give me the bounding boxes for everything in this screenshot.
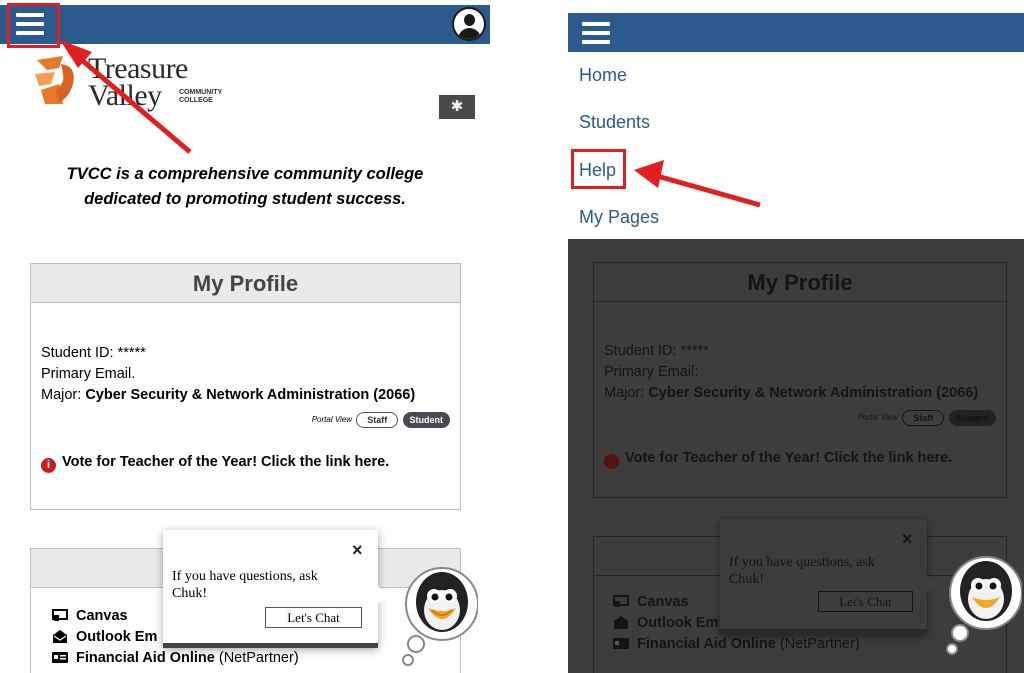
chat-message-dimmed: If you have questions, ask Chuk! <box>729 555 875 587</box>
user-account-icon[interactable] <box>452 7 486 41</box>
primary-email-row: Primary Email. <box>41 366 136 382</box>
settings-gear-button[interactable]: ✱ <box>439 95 475 119</box>
gear-icon: ✱ <box>450 98 464 115</box>
staff-view-button[interactable]: Staff <box>356 411 399 428</box>
left-screenshot: Treasure Valley COMMUNITY COLLEGE ✱ TVCC … <box>0 0 500 673</box>
canvas-icon <box>613 595 629 607</box>
lets-chat-button-dimmed[interactable]: Let's Chat <box>818 591 913 612</box>
page-overlay: My Profile Student ID: ***** Primary Ema… <box>568 239 1024 673</box>
chat-popup-tail-dimmed <box>926 574 938 594</box>
chuk-penguin-mascot-icon-dimmed[interactable] <box>946 549 1022 657</box>
right-screenshot: Home Students Help My Pages My Profile S… <box>568 0 1024 673</box>
tvcc-logo[interactable]: Treasure Valley COMMUNITY COLLEGE <box>33 52 253 112</box>
portal-view-toggle-dimmed: Portal View Staff Student <box>604 407 996 428</box>
financial-aid-link[interactable]: Financial Aid Online (NetPartner) <box>52 648 299 669</box>
canvas-icon <box>52 609 68 621</box>
envelope-icon <box>53 630 67 643</box>
chat-close-button[interactable]: × <box>352 540 363 561</box>
portal-view-toggle: Portal View Staff Student <box>41 409 450 430</box>
id-card-icon <box>52 652 68 663</box>
chat-message: If you have questions, ask Chuk! <box>172 569 318 601</box>
staff-view-button-dimmed[interactable]: Staff <box>902 409 945 426</box>
info-icon: i <box>41 458 56 473</box>
envelope-icon <box>614 616 628 629</box>
logo-text-valley: Valley <box>88 79 162 112</box>
my-profile-title: My Profile <box>31 264 460 303</box>
top-nav-bar <box>0 5 490 44</box>
chat-popup-tail <box>377 585 389 605</box>
info-icon: i <box>604 454 619 469</box>
tvcc-logo-mark-icon <box>35 56 74 104</box>
chuk-penguin-mascot-icon[interactable] <box>402 560 478 668</box>
major-row: Major: Cyber Security & Network Administ… <box>41 387 416 403</box>
student-view-button-dimmed[interactable]: Student <box>948 409 996 426</box>
student-id-row-dimmed: Student ID: ***** <box>604 343 709 359</box>
help-highlight-box <box>571 149 626 189</box>
logo-text-community-college: COMMUNITY COLLEGE <box>179 89 223 104</box>
chat-popup-dimmed: × If you have questions, ask Chuk! Let's… <box>720 519 938 634</box>
hamburger-highlight-box <box>7 3 60 48</box>
nav-dropdown-menu: Home Students Help My Pages <box>568 52 1024 239</box>
menu-item-students[interactable]: Students <box>579 112 650 133</box>
menu-item-home[interactable]: Home <box>579 65 627 86</box>
menu-item-my-pages[interactable]: My Pages <box>579 207 659 228</box>
chat-close-button-dimmed[interactable]: × <box>902 529 913 550</box>
top-nav-bar-open <box>568 13 1024 52</box>
student-view-button[interactable]: Student <box>402 411 450 428</box>
vote-teacher-link[interactable]: i Vote for Teacher of the Year! Click th… <box>41 452 450 473</box>
my-profile-title-dimmed: My Profile <box>594 263 1006 302</box>
chat-popup: × If you have questions, ask Chuk! Let's… <box>163 530 389 648</box>
hamburger-menu-icon-open[interactable] <box>578 19 614 47</box>
student-id-row: Student ID: ***** <box>41 345 146 361</box>
major-row-dimmed: Major: Cyber Security & Network Administ… <box>604 385 979 401</box>
my-profile-card-dimmed: My Profile Student ID: ***** Primary Ema… <box>593 262 1007 498</box>
vote-teacher-link-dimmed[interactable]: i Vote for Teacher of the Year! Click th… <box>604 448 996 469</box>
tagline: TVCC is a comprehensive community colleg… <box>66 165 424 208</box>
financial-aid-link-dimmed[interactable]: Financial Aid Online (NetPartner) <box>613 634 860 655</box>
lets-chat-button[interactable]: Let's Chat <box>265 607 362 628</box>
primary-email-row-dimmed: Primary Email: <box>604 364 699 380</box>
id-card-icon <box>613 638 629 649</box>
my-profile-card: My Profile Student ID: ***** Primary Ema… <box>30 263 461 510</box>
